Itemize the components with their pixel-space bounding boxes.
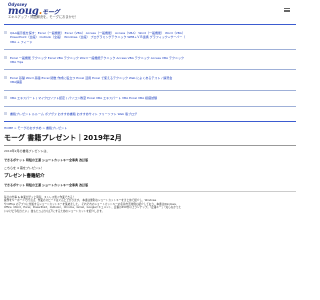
nav-bullet-icon [4,112,7,116]
nav-divider [4,49,296,50]
section-title: プレゼント書籍紹介 [4,173,45,179]
nav-links[interactable]: Q&A掲示板を探す：Excel（一般機能） Excel（VBA） Access（… [10,31,185,44]
nav-links[interactable]: VBA エキスパート ( マイクロソフト認定 ) パソコン教室 Excel VB… [10,96,157,100]
nav-links[interactable]: 書籍プレゼント ルルーム ポプヴァ おすすめ書籍 おすすめサイト フリーソフト … [10,112,137,116]
article-intro: 2019年2月の書籍プレゼントは、 [4,148,50,153]
nav-divider [4,105,296,107]
site-header: Odyssey moug.モーグ エキルアップ・問題解決を。モーグにおまかせ！ [4,0,296,19]
nav-row: VBA エキスパート ( マイクロソフト認定 ) パソコン教室 Excel VB… [4,96,296,100]
nav-divider [4,89,296,91]
nav-row: Excel 基礎 Word 基礎 Excel 関数 作成に役立つ Excel 活… [4,76,296,85]
nav-divider [4,69,296,70]
section-divider [4,191,296,192]
nav-row: Excel 一般機能 テクニック Excel VBA テクニック Word 一般… [4,56,296,65]
book-title: できるポケット 時短の王道 ショートカットキー全事典 改訂版 [4,182,89,187]
nav-bullet-icon [4,55,7,59]
book-description: 毎日の仕事 & 本業がグッと時短、ストレス無く作業できる！ 操作をキーボードで行… [4,196,296,214]
header-divider [4,24,296,25]
page-title: モーグ 書籍プレゼント｜2019年2月 [4,133,122,142]
nav-techniques: Excel 一般機能 テクニック Excel VBA テクニック Word 一般… [4,56,296,65]
nav-row: Q&A掲示板を探す：Excel（一般機能） Excel（VBA） Access（… [4,31,296,44]
nav-qa-board: Q&A掲示板を探す：Excel（一般機能） Excel（VBA） Access（… [4,31,296,44]
nav-line[interactable]: Excel 一般機能 テクニック Excel VBA テクニック Word 一般… [10,56,184,60]
site-tagline: エキルアップ・問題解決を。モーグにおまかせ！ [8,15,79,19]
present-count: こちらを 4 冊をプレゼント！ [4,165,44,170]
nav-bullet-icon [4,76,7,80]
nav-line[interactable]: VBA + フィード [10,40,185,44]
nav-line[interactable]: Excel 基礎 Word 基礎 Excel 関数 作成に役立つ Excel 活… [10,76,172,80]
nav-books: 書籍プレゼント ルルーム ポプヴァ おすすめ書籍 おすすめサイト フリーソフト … [4,112,296,116]
title-rule [4,144,296,146]
nav-line[interactable]: PowerPoint（全般） Outlook（全般） Windows（全般） プ… [10,35,185,39]
nav-courses: Excel 基礎 Word 基礎 Excel 関数 作成に役立つ Excel 活… [4,76,296,85]
nav-links[interactable]: Excel 基礎 Word 基礎 Excel 関数 作成に役立つ Excel 活… [10,76,172,85]
nav-links[interactable]: Excel 一般機能 テクニック Excel VBA テクニック Word 一般… [10,56,184,65]
nav-expert: VBA エキスパート ( マイクロソフト認定 ) パソコン教室 Excel VB… [4,96,296,100]
nav-bullet-icon [4,96,7,100]
book-name: できるポケット 時短の王道 ショートカットキー全事典 改訂版 [4,157,89,162]
nav-line[interactable]: VBA エキスパート ( マイクロソフト認定 ) パソコン教室 Excel VB… [10,96,157,100]
nav-row: 書籍プレゼント ルルーム ポプヴァ おすすめ書籍 おすすめサイト フリーソフト … [4,112,296,116]
nav-line[interactable]: VBA講座 [10,80,172,84]
content-divider [4,121,296,123]
nav-line[interactable]: VBA Tips [10,60,184,64]
menu-icon[interactable] [284,8,290,13]
breadcrumb[interactable]: HOME > モーグのおすすめ > 書籍プレゼント [4,126,296,130]
page: Odyssey moug.モーグ エキルアップ・問題解決を。モーグにおまかせ！ … [0,0,300,300]
nav-bullet-icon [4,31,7,35]
description-line: いいけど今知りたい」 技もたっぷり!はアにするためのショートカットを紹介します。 [4,210,105,214]
nav-line[interactable]: 書籍プレゼント ルルーム ポプヴァ おすすめ書籍 おすすめサイト フリーソフト … [10,112,137,116]
